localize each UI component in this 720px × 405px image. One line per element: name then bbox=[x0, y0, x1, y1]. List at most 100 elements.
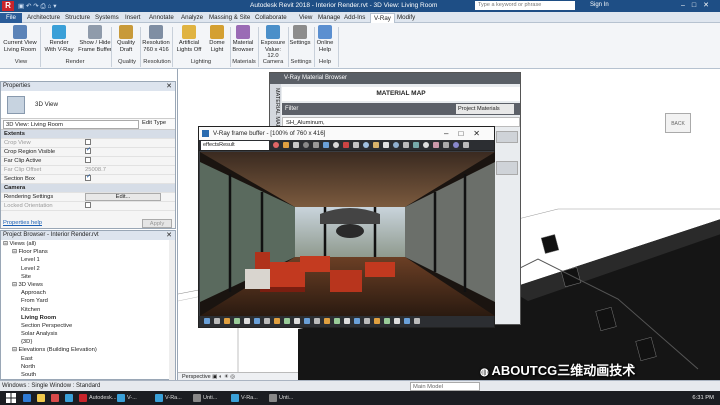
checkbox[interactable] bbox=[85, 146, 91, 155]
apply-button[interactable]: Apply bbox=[142, 219, 172, 228]
close-icon[interactable]: ✕ bbox=[166, 231, 172, 240]
toolbar-button-icon[interactable] bbox=[264, 318, 270, 324]
tree-item[interactable]: ⊟ Floor Plans bbox=[1, 248, 175, 256]
ribbon-button-current-view[interactable]: Current View Living Room bbox=[2, 25, 38, 53]
toolbar-button-icon[interactable] bbox=[374, 318, 380, 324]
tree-item[interactable]: ⊟ Elevations (Building Elevation) bbox=[1, 346, 175, 354]
tree-item[interactable]: Level 1 bbox=[1, 256, 175, 264]
toolbar-button-icon[interactable] bbox=[303, 142, 309, 148]
tree-item[interactable]: Site bbox=[1, 273, 175, 281]
window-controls[interactable]: –□✕ bbox=[681, 1, 716, 9]
type-selector[interactable]: 3D View bbox=[1, 91, 175, 119]
toolbar-button-icon[interactable] bbox=[244, 318, 250, 324]
checkbox[interactable] bbox=[85, 157, 91, 164]
taskbar-item[interactable]: Autodesk... bbox=[78, 393, 117, 403]
toolbar-button-icon[interactable] bbox=[373, 142, 379, 148]
taskbar-item[interactable] bbox=[50, 393, 61, 403]
toolbar-button-icon[interactable] bbox=[313, 142, 319, 148]
window-controls[interactable]: –□✕ bbox=[444, 127, 490, 140]
toolbar-button-icon[interactable] bbox=[254, 318, 260, 324]
toolbar-button-icon[interactable] bbox=[294, 318, 300, 324]
model-selector[interactable]: Main Model bbox=[410, 382, 480, 391]
tab-v-ray[interactable]: V-Ray bbox=[370, 13, 395, 23]
taskbar-item[interactable]: V-Ra... bbox=[154, 393, 182, 403]
toolbar-button-icon[interactable] bbox=[214, 318, 220, 324]
toolbar-button-icon[interactable] bbox=[463, 142, 469, 148]
dropdown[interactable] bbox=[496, 161, 518, 175]
tab-structure[interactable]: Structure bbox=[62, 13, 93, 23]
windows-start-icon[interactable] bbox=[6, 393, 16, 403]
toolbar-button-icon[interactable] bbox=[224, 318, 230, 324]
toolbar-button-icon[interactable] bbox=[423, 142, 429, 148]
toolbar-button-icon[interactable] bbox=[273, 142, 279, 148]
viewcube[interactable]: BACK bbox=[665, 113, 691, 133]
ribbon-button-dome[interactable]: Dome Light bbox=[206, 25, 228, 53]
toolbar-button-icon[interactable] bbox=[393, 142, 399, 148]
revit-logo-icon[interactable]: R bbox=[2, 1, 14, 11]
material-browser-titlebar[interactable]: V-Ray Material Browser bbox=[270, 73, 520, 84]
tree-item[interactable]: Solar Analysis bbox=[1, 330, 175, 338]
taskbar-item[interactable] bbox=[36, 393, 47, 403]
toolbar-button-icon[interactable] bbox=[334, 318, 340, 324]
tree-item[interactable]: Section Perspective bbox=[1, 322, 175, 330]
tree-item[interactable]: {3D} bbox=[1, 338, 175, 346]
taskbar-item[interactable]: V-Ra... bbox=[230, 393, 258, 403]
ribbon-button-resolution[interactable]: Resolution 760 x 416 bbox=[141, 25, 171, 53]
tree-item[interactable]: North bbox=[1, 363, 175, 371]
ribbon-button-exposure[interactable]: Exposure Value: 12.0 bbox=[259, 25, 287, 60]
tree-item[interactable]: ⊟ 3D Views bbox=[1, 281, 175, 289]
taskbar-item[interactable]: Unti... bbox=[268, 393, 293, 403]
scrollbar[interactable] bbox=[169, 240, 175, 380]
taskbar-item[interactable] bbox=[64, 393, 75, 403]
toolbar-button-icon[interactable] bbox=[353, 142, 359, 148]
toolbar-button-icon[interactable] bbox=[324, 318, 330, 324]
toolbar-button-icon[interactable] bbox=[413, 142, 419, 148]
frame-buffer-titlebar[interactable]: V-Ray frame buffer - [100% of 760 x 416]… bbox=[199, 127, 494, 140]
close-icon[interactable]: ✕ bbox=[166, 82, 172, 91]
toolbar-button-icon[interactable] bbox=[443, 142, 449, 148]
view-selector[interactable]: 3D View: Living Room bbox=[3, 120, 139, 129]
search-input[interactable]: Type a keyword or phrase bbox=[475, 1, 575, 10]
channel-dropdown[interactable]: effectsResult bbox=[201, 141, 269, 150]
tab-file[interactable]: File bbox=[0, 13, 22, 23]
toolbar-button-icon[interactable] bbox=[343, 142, 349, 148]
toolbar-button-icon[interactable] bbox=[433, 142, 439, 148]
tree-item[interactable]: ⊟ Views (all) bbox=[1, 240, 175, 248]
ribbon-button-render[interactable]: Render With V-Ray bbox=[42, 25, 76, 53]
tab-add-ins[interactable]: Add-Ins bbox=[341, 13, 368, 23]
tree-item[interactable]: From Yard bbox=[1, 297, 175, 305]
toolbar-button-icon[interactable] bbox=[364, 318, 370, 324]
tab-massing-site[interactable]: Massing & Site bbox=[206, 13, 253, 23]
tab-architecture[interactable]: Architecture bbox=[24, 13, 63, 23]
ribbon-button-material[interactable]: Material Browser bbox=[230, 25, 256, 53]
toolbar-button-icon[interactable] bbox=[293, 142, 299, 148]
toolbar-button-icon[interactable] bbox=[354, 318, 360, 324]
tab-collaborate[interactable]: Collaborate bbox=[252, 13, 290, 23]
toolbar-button-icon[interactable] bbox=[284, 318, 290, 324]
checkbox[interactable] bbox=[85, 139, 91, 146]
tree-item[interactable]: Approach bbox=[1, 289, 175, 297]
toolbar-button-icon[interactable] bbox=[414, 318, 420, 324]
ribbon-button-quality[interactable]: Quality Draft bbox=[115, 25, 137, 53]
toolbar-button-icon[interactable] bbox=[204, 318, 210, 324]
tree-item[interactable]: East bbox=[1, 355, 175, 363]
tree-item[interactable]: South bbox=[1, 371, 175, 379]
ribbon-button-show-hide[interactable]: Show / Hide Frame Buffer bbox=[77, 25, 113, 53]
tab-manage[interactable]: Manage bbox=[315, 13, 343, 23]
tree-item[interactable]: Level 2 bbox=[1, 265, 175, 273]
properties-help-link[interactable]: Properties help bbox=[3, 220, 42, 226]
toolbar-button-icon[interactable] bbox=[283, 142, 289, 148]
view-control-bar[interactable]: Perspective ▣ ◐ ☀ ◎ bbox=[178, 372, 298, 380]
dropdown[interactable] bbox=[496, 131, 518, 143]
tab-annotate[interactable]: Annotate bbox=[146, 13, 177, 23]
property-value[interactable]: Edit... bbox=[85, 193, 161, 201]
tab-insert[interactable]: Insert bbox=[122, 13, 143, 23]
taskbar-item[interactable] bbox=[22, 393, 33, 403]
edit-type-button[interactable]: Edit Type bbox=[142, 120, 166, 126]
property-section[interactable]: Extents bbox=[1, 130, 175, 139]
toolbar-button-icon[interactable] bbox=[344, 318, 350, 324]
checkbox[interactable] bbox=[85, 202, 91, 209]
tab-view[interactable]: View bbox=[296, 13, 315, 23]
taskbar-item[interactable]: V-... bbox=[116, 393, 137, 403]
ribbon-button-online[interactable]: Online Help bbox=[315, 25, 335, 53]
